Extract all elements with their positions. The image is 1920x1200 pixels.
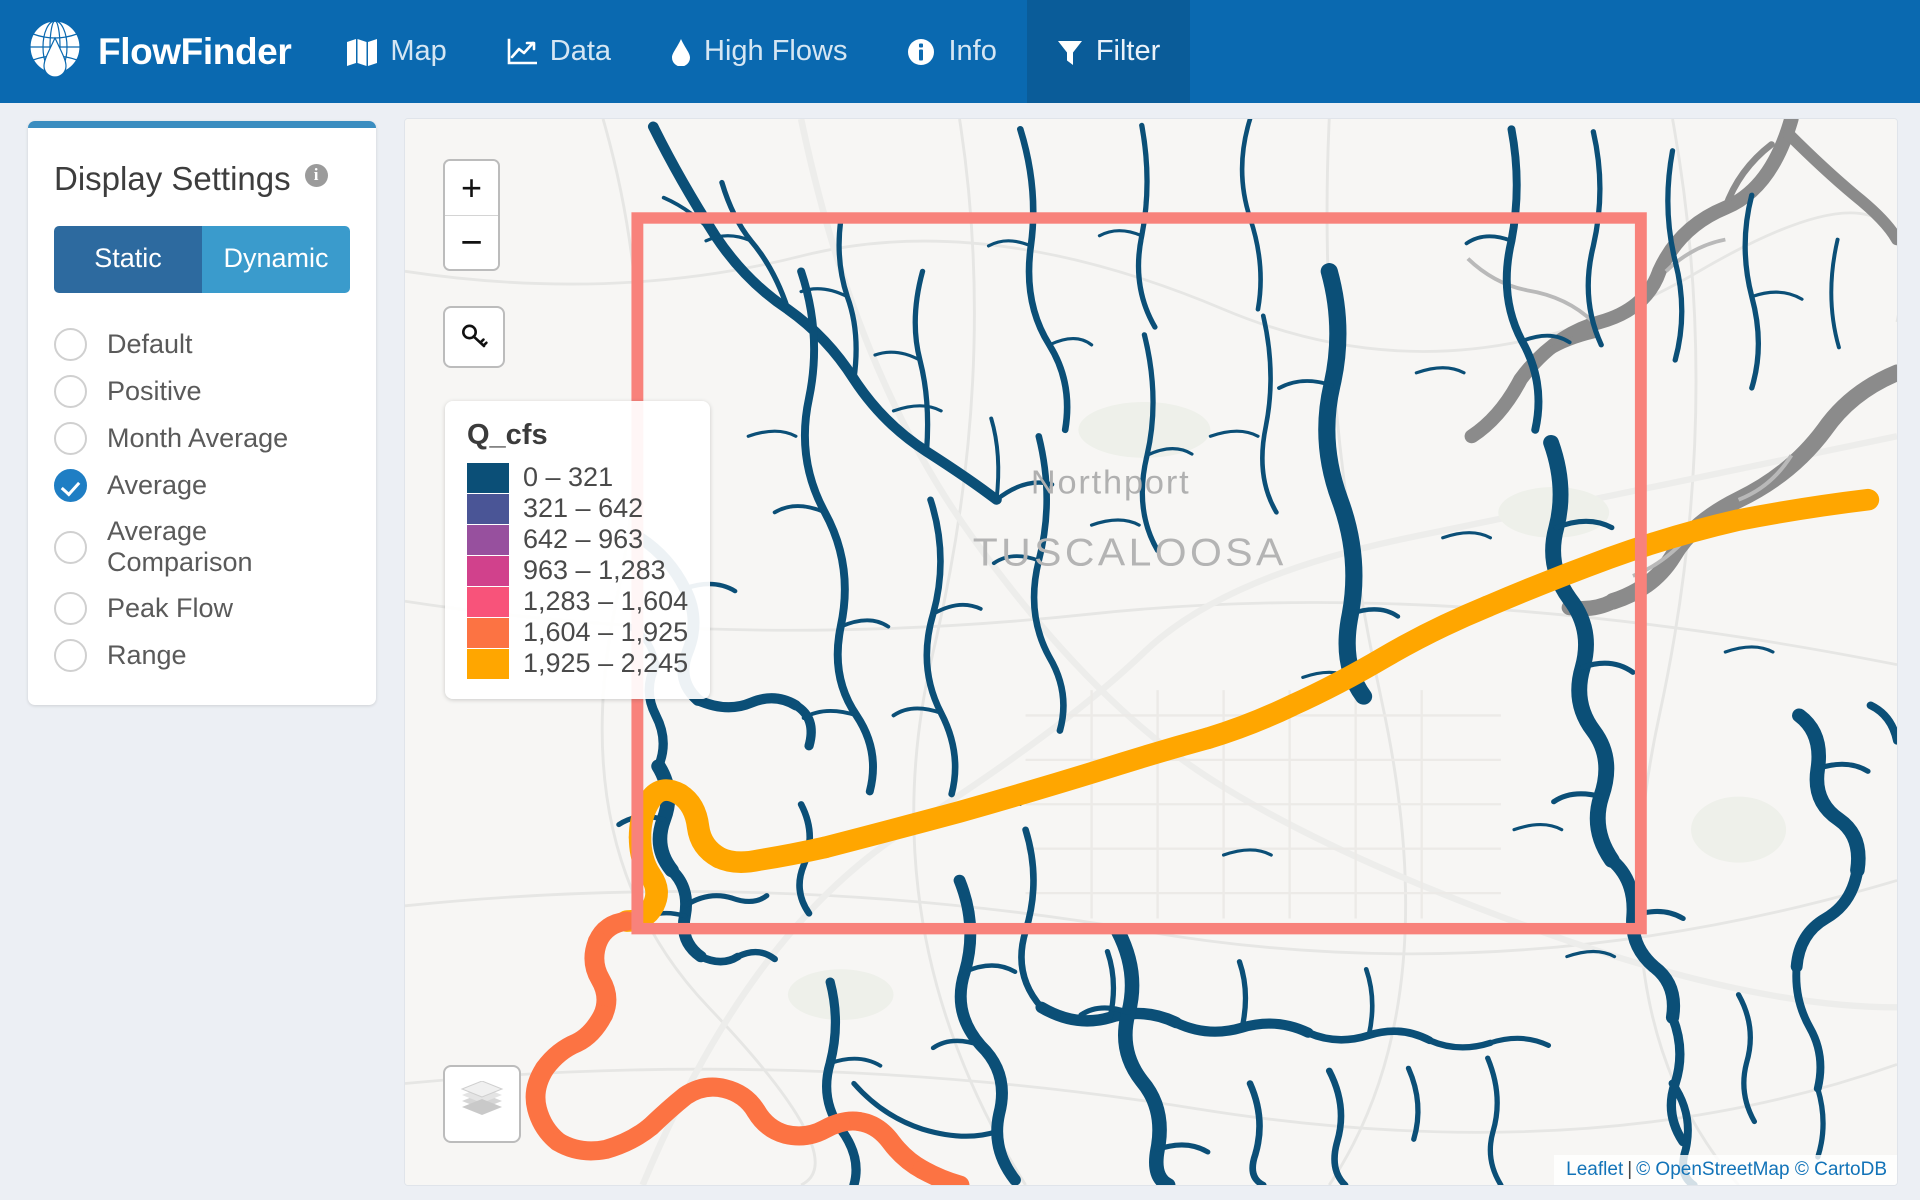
- legend-label: 1,604 – 1,925: [523, 617, 689, 647]
- nav-tab-filter[interactable]: Filter: [1026, 0, 1191, 103]
- map-icon: [347, 38, 378, 66]
- nav-tab-label: Data: [549, 35, 612, 67]
- nav-tab-list: Map Data High Flows Info Filter: [317, 0, 1191, 103]
- legend-swatch: [467, 493, 509, 524]
- radio-option-average-comparison[interactable]: Average Comparison: [54, 513, 350, 581]
- mode-toggle-dynamic[interactable]: Dynamic: [202, 226, 350, 293]
- radio-option-month-average[interactable]: Month Average: [54, 419, 350, 458]
- legend-label: 1,283 – 1,604: [523, 586, 689, 616]
- nav-tab-data[interactable]: Data: [477, 0, 641, 103]
- legend-row: 642 – 963: [467, 524, 688, 555]
- radio-label: Range: [107, 640, 187, 670]
- nav-tab-map[interactable]: Map: [317, 0, 476, 103]
- radio-label: Peak Flow: [107, 593, 234, 623]
- legend-row: 0 – 321: [467, 462, 688, 493]
- map-container[interactable]: Northport TUSCALOOSA + − Q_cfs 0 – 321 3…: [404, 118, 1898, 1186]
- mode-toggle-static[interactable]: Static: [54, 226, 202, 293]
- nav-tab-label: Info: [948, 35, 997, 67]
- map-legend: Q_cfs 0 – 321 321 – 642 642 – 963 963 – …: [445, 401, 711, 699]
- display-settings-panel: Display Settings i Static Dynamic Defaul…: [28, 121, 376, 705]
- legend-row: 1,604 – 1,925: [467, 617, 688, 648]
- radio-circle-icon: [54, 422, 87, 455]
- legend-row: 321 – 642: [467, 493, 688, 524]
- radio-option-default[interactable]: Default: [54, 325, 350, 364]
- attribution-separator: |: [1627, 1159, 1633, 1180]
- mode-toggle: Static Dynamic: [54, 226, 350, 293]
- radio-label: Average Comparison: [107, 516, 253, 577]
- legend-swatch: [467, 524, 509, 555]
- radio-circle-icon: [54, 328, 87, 361]
- sidebar: Display Settings i Static Dynamic Defaul…: [28, 118, 376, 1200]
- openstreetmap-link[interactable]: © OpenStreetMap: [1636, 1159, 1789, 1180]
- map-attribution: Leaflet | © OpenStreetMap © CartoDB: [1554, 1155, 1897, 1185]
- nav-tab-label: High Flows: [704, 35, 848, 67]
- panel-header: Display Settings i: [54, 160, 350, 198]
- main-content: Display Settings i Static Dynamic Defaul…: [0, 103, 1920, 1200]
- nav-tab-info[interactable]: Info: [877, 0, 1026, 103]
- leaflet-link[interactable]: Leaflet: [1566, 1159, 1623, 1180]
- legend-toggle-button[interactable]: [443, 306, 505, 368]
- cartodb-link[interactable]: © CartoDB: [1795, 1159, 1887, 1180]
- svg-text:Northport: Northport: [1031, 465, 1191, 501]
- nav-tab-label: Map: [390, 35, 447, 67]
- globe-droplet-logo-icon: [28, 20, 82, 83]
- svg-text:TUSCALOOSA: TUSCALOOSA: [973, 530, 1287, 574]
- chart-line-icon: [507, 38, 537, 66]
- radio-label: Month Average: [107, 423, 289, 453]
- funnel-icon: [1057, 38, 1083, 66]
- legend-label: 1,925 – 2,245: [523, 648, 689, 678]
- radio-circle-icon: [54, 375, 87, 408]
- display-mode-radio-group: Default Positive Month Average Average A…: [54, 325, 350, 675]
- legend-row: 963 – 1,283: [467, 555, 688, 586]
- legend-swatch: [467, 617, 509, 648]
- key-icon: [458, 319, 490, 356]
- radio-check-icon: [54, 469, 87, 502]
- zoom-out-button[interactable]: −: [445, 215, 498, 269]
- water-drop-icon: [671, 38, 691, 66]
- brand-name: FlowFinder: [98, 31, 292, 72]
- radio-option-positive[interactable]: Positive: [54, 372, 350, 411]
- legend-swatch: [467, 462, 509, 493]
- radio-option-range[interactable]: Range: [54, 636, 350, 675]
- page-title: Display Settings: [54, 160, 291, 197]
- info-circle-icon: [907, 38, 935, 66]
- radio-circle-icon: [54, 592, 87, 625]
- radio-circle-icon: [54, 639, 87, 672]
- radio-circle-icon: [54, 530, 87, 564]
- radio-label: Positive: [107, 376, 202, 406]
- legend-swatch: [467, 648, 509, 679]
- legend-label: 963 – 1,283: [523, 555, 666, 585]
- info-circle-icon[interactable]: i: [304, 163, 328, 187]
- nav-tab-high-flows[interactable]: High Flows: [641, 0, 877, 103]
- zoom-in-button[interactable]: +: [445, 161, 498, 215]
- legend-swatch: [467, 555, 509, 586]
- legend-row-list: 0 – 321 321 – 642 642 – 963 963 – 1,283 …: [467, 462, 688, 679]
- legend-title: Q_cfs: [467, 419, 548, 451]
- legend-row: 1,925 – 2,245: [467, 648, 688, 679]
- legend-row: 1,283 – 1,604: [467, 586, 688, 617]
- layers-stack-icon: [459, 1079, 505, 1128]
- nav-tab-label: Filter: [1095, 35, 1161, 67]
- map-zoom-control: + −: [443, 159, 500, 271]
- legend-label: 321 – 642: [523, 493, 644, 523]
- legend-label: 642 – 963: [523, 524, 644, 554]
- legend-swatch: [467, 586, 509, 617]
- brand-logo-link[interactable]: FlowFinder: [0, 0, 317, 103]
- layers-control-button[interactable]: [443, 1065, 521, 1143]
- radio-option-average[interactable]: Average: [54, 466, 350, 505]
- top-navbar: FlowFinder Map Data High Flows Info Filt…: [0, 0, 1920, 103]
- radio-label: Default: [107, 329, 193, 359]
- radio-option-peak-flow[interactable]: Peak Flow: [54, 589, 350, 628]
- radio-label: Average: [107, 470, 208, 500]
- legend-label: 0 – 321: [523, 462, 614, 492]
